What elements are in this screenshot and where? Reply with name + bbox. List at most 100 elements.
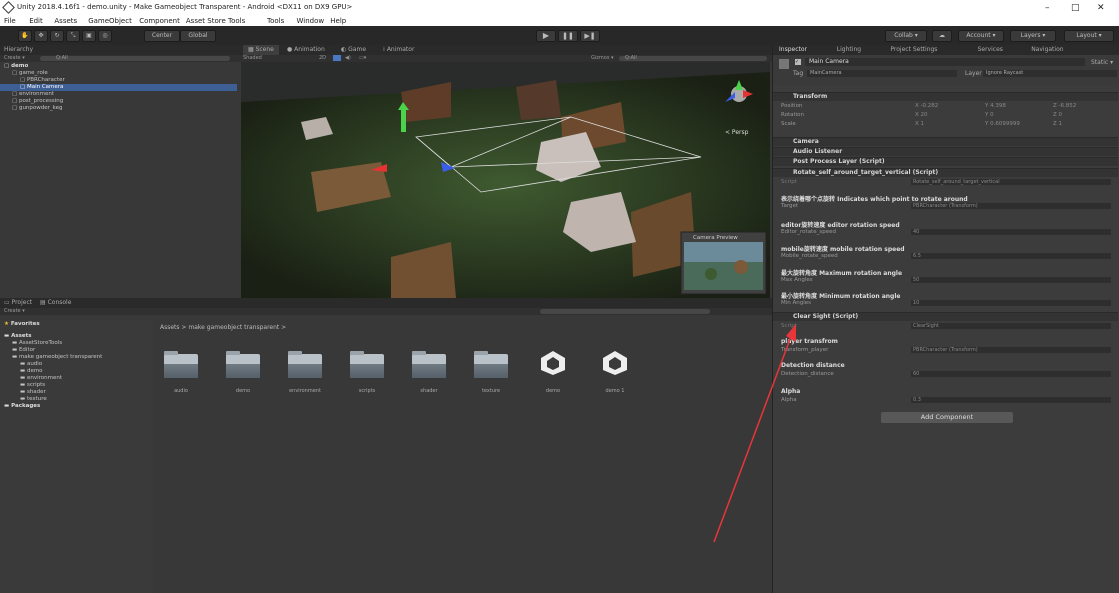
menu-item-gameobject[interactable]: GameObject (88, 17, 132, 25)
project-tree-item[interactable]: ▬ AssetStoreTools (0, 340, 62, 347)
menu-item-file[interactable]: File (4, 17, 16, 25)
rotate-tool-button[interactable]: ↻ (50, 30, 64, 42)
effects-toggle-icon[interactable]: ▭▾ (359, 55, 366, 62)
asset-item[interactable]: demo (213, 346, 273, 401)
asset-item[interactable]: demo (523, 346, 583, 401)
hierarchy-create-button[interactable]: Create ▾ (4, 55, 25, 62)
hierarchy-item[interactable]: ▢ post_processing (0, 98, 237, 105)
menu-item-tools[interactable]: Tools (267, 17, 284, 25)
tab-animation[interactable]: ● Animation (287, 45, 325, 55)
tab-lighting[interactable]: Lighting (837, 45, 861, 55)
component-header[interactable]: Camera (773, 137, 1118, 146)
hierarchy-item[interactable]: ▢ gunpowder_keg (0, 105, 237, 112)
rect-tool-button[interactable]: ▣ (82, 30, 96, 42)
tab-animator[interactable]: ⁞ Animator (383, 45, 414, 55)
editor-speed-field[interactable]: 40 (911, 229, 1111, 235)
account-button[interactable]: Account ▾ (958, 30, 1004, 42)
menu-item-help[interactable]: Help (330, 17, 346, 25)
close-button[interactable]: ✕ (1097, 3, 1105, 13)
pivot-center-toggle[interactable]: Center (144, 30, 180, 42)
transform-z-field[interactable]: Z 0 (1053, 112, 1062, 118)
project-tree-item[interactable]: ▬ Assets (0, 333, 32, 340)
component-header[interactable]: Post Process Layer (Script) (773, 157, 1118, 166)
menu-item-edit[interactable]: Edit (29, 17, 43, 25)
scale-tool-button[interactable]: ⤡ (66, 30, 80, 42)
minimize-button[interactable]: – (1045, 3, 1050, 13)
transform-y-field[interactable]: Y 0 (985, 112, 994, 118)
hierarchy-item[interactable]: ▢ Main Camera (0, 84, 237, 91)
project-breadcrumb[interactable]: Assets > make gameobject transparent > (160, 324, 286, 331)
project-tree-item[interactable]: ▬ Packages (0, 403, 40, 410)
tab-game[interactable]: ◐ Game (341, 45, 366, 55)
tag-dropdown[interactable]: MainCamera (807, 70, 957, 77)
tab-project[interactable]: ▭ Project (4, 298, 32, 308)
clear-sight-header[interactable]: Clear Sight (Script) (773, 312, 1118, 321)
hand-tool-button[interactable]: ✋ (18, 30, 32, 42)
transform-x-field[interactable]: X -0.282 (915, 103, 938, 109)
menu-item-component[interactable]: Component (139, 17, 180, 25)
shading-mode-dropdown[interactable]: Shaded (243, 55, 262, 62)
gizmos-dropdown[interactable]: Gizmos ▾ (591, 55, 614, 62)
tab-inspector[interactable]: Inspector (779, 45, 807, 55)
scene-search-input[interactable]: Q:All (619, 56, 767, 61)
static-toggle[interactable]: Static ▾ (1091, 59, 1113, 66)
project-tree-item[interactable]: ▬ make gameobject transparent (0, 354, 102, 361)
object-name-field[interactable]: Main Camera (805, 58, 1085, 66)
transform-tool-button[interactable]: ◎ (98, 30, 112, 42)
2d-toggle[interactable]: 2D (319, 55, 326, 62)
tab-navigation[interactable]: Navigation (1031, 45, 1063, 55)
project-tree-item[interactable]: ▬ scripts (0, 382, 45, 389)
project-tree-item[interactable]: ▬ shader (0, 389, 46, 396)
project-tree-item[interactable]: ★ Favorites (0, 321, 40, 328)
maximize-button[interactable]: □ (1071, 3, 1080, 13)
layers-button[interactable]: Layers ▾ (1010, 30, 1056, 42)
asset-item[interactable]: shader (399, 346, 459, 401)
layout-button[interactable]: Layout ▾ (1064, 30, 1114, 42)
asset-item[interactable]: scripts (337, 346, 397, 401)
lighting-toggle[interactable] (333, 55, 341, 61)
menu-item-assets[interactable]: Assets (54, 17, 77, 25)
project-search-input[interactable] (540, 309, 710, 314)
transform-x-field[interactable]: X 1 (915, 121, 924, 127)
hierarchy-item[interactable]: ▢ PBRCharacter (0, 77, 237, 84)
tab-console[interactable]: ▤ Console (40, 298, 71, 308)
project-tree-item[interactable]: ▬ audio (0, 361, 42, 368)
project-create-button[interactable]: Create ▾ (4, 308, 25, 315)
audio-toggle-icon[interactable]: ◀) (345, 55, 351, 62)
alpha-field[interactable]: 0.3 (911, 397, 1111, 403)
asset-item[interactable]: audio (151, 346, 211, 401)
hierarchy-tab[interactable]: Hierarchy (4, 46, 33, 53)
transform-y-field[interactable]: Y 0.6099999 (985, 121, 1020, 127)
detection-distance-field[interactable]: 60 (911, 371, 1111, 377)
global-toggle[interactable]: Global (180, 30, 216, 42)
project-tree-item[interactable]: ▬ environment (0, 375, 62, 382)
scene-viewport[interactable]: < Persp Camera Preview (241, 62, 770, 298)
transform-z-field[interactable]: Z -6.852 (1053, 103, 1076, 109)
step-button[interactable]: ▶❚ (580, 30, 600, 42)
transform-x-field[interactable]: X 20 (915, 112, 928, 118)
add-component-button[interactable]: Add Component (881, 412, 1013, 423)
menu-item-window[interactable]: Window (297, 17, 325, 25)
pause-button[interactable]: ❚❚ (558, 30, 578, 42)
active-checkbox[interactable]: ✓ (795, 59, 801, 65)
asset-item[interactable]: texture (461, 346, 521, 401)
move-tool-button[interactable]: ✥ (34, 30, 48, 42)
play-button[interactable]: ▶ (536, 30, 556, 42)
rotate-script-header[interactable]: Rotate_self_around_target_vertical (Scri… (773, 168, 1118, 177)
hierarchy-item[interactable]: ▢ environment (0, 91, 237, 98)
component-header[interactable]: Audio Listener (773, 147, 1118, 156)
transform-header[interactable]: Transform (773, 92, 1118, 101)
mobile-speed-field[interactable]: 6.5 (911, 253, 1111, 259)
persp-label[interactable]: < Persp (725, 129, 749, 136)
asset-item[interactable]: environment (275, 346, 335, 401)
project-tree-item[interactable]: ▬ Editor (0, 347, 35, 354)
tab-project-settings[interactable]: Project Settings (890, 45, 937, 55)
hierarchy-item[interactable]: ▢ game_role (0, 70, 237, 77)
project-tree-item[interactable]: ▬ texture (0, 396, 47, 403)
tab-scene[interactable]: ▦ Scene (243, 45, 279, 55)
project-tree-item[interactable]: ▬ demo (0, 368, 43, 375)
hierarchy-search-input[interactable]: Q:All (40, 56, 230, 61)
hierarchy-item[interactable]: ▢ demo (0, 63, 237, 70)
layer-dropdown[interactable]: Ignore Raycast (983, 70, 1117, 77)
asset-item[interactable]: demo 1 (585, 346, 645, 401)
